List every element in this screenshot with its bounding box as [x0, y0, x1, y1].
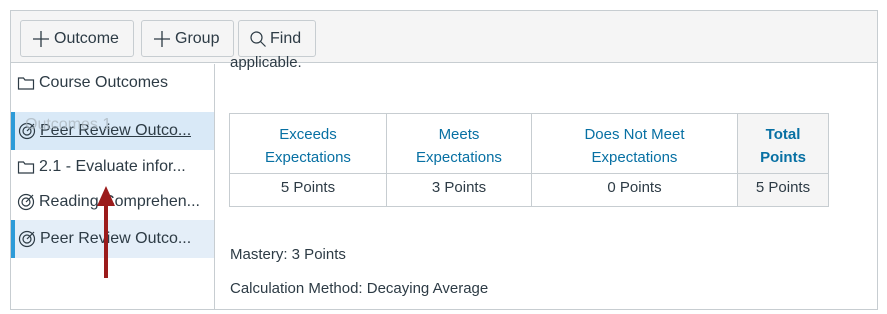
description-text: applicable.: [230, 54, 302, 71]
folder-icon: [17, 158, 35, 176]
sidebar-item-label: 2.1 - Evaluate infor...: [39, 158, 186, 175]
find-button[interactable]: Find: [238, 20, 316, 57]
add-group-button[interactable]: Group: [141, 20, 234, 57]
annotation-arrow-icon: [97, 186, 115, 278]
rubric-header-total-points: Total Points: [737, 113, 829, 174]
sidebar-item-course-outcomes[interactable]: Course Outcomes: [11, 64, 214, 102]
sidebar-item-label: Course Outcomes: [39, 74, 168, 91]
calculation-method-text: Calculation Method: Decaying Average: [230, 280, 489, 297]
rubric-header-does-not-meet: Does Not Meet Expectations: [531, 113, 738, 174]
toolbar: Outcome Group Find: [11, 11, 877, 63]
outcome-details: applicable. Exceeds Expectations Meets E…: [216, 54, 877, 309]
search-icon: [249, 30, 267, 48]
add-group-label: Group: [175, 29, 220, 47]
add-outcome-label: Outcome: [54, 29, 119, 47]
rubric-table: Exceeds Expectations Meets Expectations …: [229, 113, 829, 207]
rubric-total-points-cell: 5 Points: [737, 173, 829, 207]
sidebar-item-dragged-outcome[interactable]: Outcomes 1 Peer Review Outco...: [11, 112, 214, 150]
plus-icon: [31, 29, 51, 49]
mastery-text: Mastery: 3 Points: [230, 246, 346, 263]
rubric-points-row: 5 Points 3 Points 0 Points 5 Points: [229, 173, 829, 207]
outcomes-window: Outcome Group Find Course Outcomes Outco…: [10, 10, 878, 310]
plus-icon: [152, 29, 172, 49]
rubric-header-row: Exceeds Expectations Meets Expectations …: [229, 113, 829, 174]
rubric-points-cell: 3 Points: [386, 173, 532, 207]
rubric-header-exceeds: Exceeds Expectations: [229, 113, 387, 174]
folder-icon: [17, 74, 35, 92]
sidebar-item-label: Reading Comprehen...: [39, 193, 200, 210]
outcome-target-icon: [17, 193, 35, 211]
rubric-header-meets: Meets Expectations: [386, 113, 532, 174]
outcomes-sidebar: Course Outcomes Outcomes 1 Peer Review O…: [11, 64, 215, 309]
drag-ghost-label: Outcomes 1: [25, 116, 112, 133]
rubric-points-cell: 0 Points: [531, 173, 738, 207]
find-label: Find: [270, 29, 302, 47]
add-outcome-button[interactable]: Outcome: [20, 20, 134, 57]
rubric-points-cell: 5 Points: [229, 173, 387, 207]
outcome-target-icon: [18, 230, 36, 248]
